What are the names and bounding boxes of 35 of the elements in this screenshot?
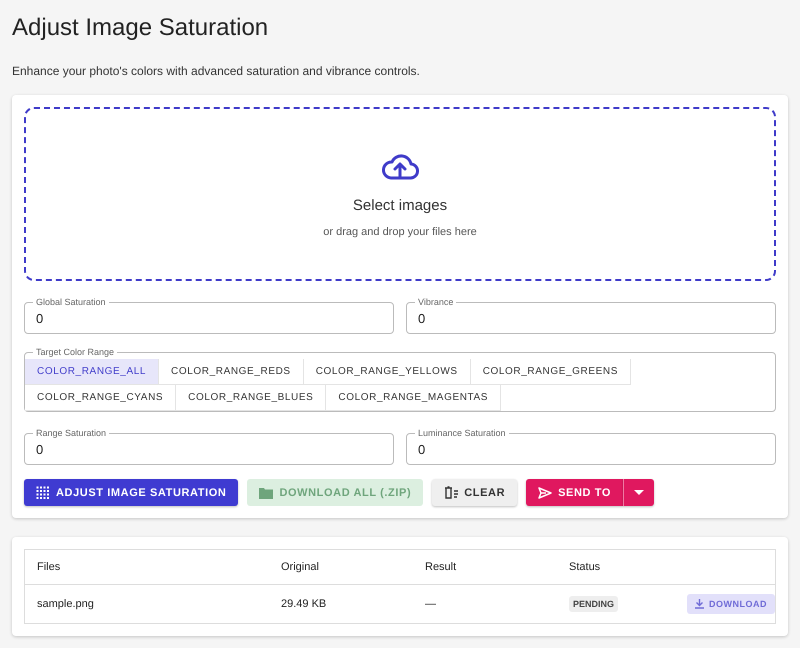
column-header: Status [557,550,649,584]
dropzone[interactable]: Select images or drag and drop your files here [24,107,776,281]
field-label: Target Color Range [33,346,118,358]
clear-button[interactable]: CLEAR [432,479,518,506]
color-range-option[interactable]: COLOR_RANGE_MAGENTAS [326,385,502,411]
color-range-option[interactable]: COLOR_RANGE_BLUES [176,385,326,411]
trash-icon [444,486,458,499]
dropzone-title: Select images [352,196,448,214]
field-label: Global Saturation [33,296,109,308]
folder-icon [259,486,274,498]
grid-icon [36,486,50,500]
column-header: Files [24,550,269,584]
send-to-button[interactable]: SEND TO [526,479,624,506]
dropzone-hint: or drag and drop your files here [323,226,477,238]
field-label: Luminance Saturation [415,427,509,439]
color-range-option[interactable]: COLOR_RANGE_YELLOWS [304,359,471,385]
table-cell: 29.49 KB [269,584,413,624]
page-title: Adjust Image Saturation [12,14,270,42]
column-header: Original [269,550,413,584]
download-icon [695,599,704,609]
adjust-button[interactable]: ADJUST IMAGE SATURATION [24,479,238,506]
column-header: Result [413,550,557,584]
color-range-option[interactable]: COLOR_RANGE_GREENS [470,359,631,385]
table-cell: — [413,584,557,624]
send-menu-button[interactable] [623,479,654,506]
table-cell: sample.png [24,584,269,624]
send-icon [538,486,552,498]
color-range-option[interactable]: COLOR_RANGE_CYANS [25,385,176,411]
field-label: Vibrance [415,296,456,308]
color-range-option[interactable]: COLOR_RANGE_REDS [159,359,304,385]
caret-icon [634,490,644,495]
color-range-option[interactable]: COLOR_RANGE_ALL [25,359,160,385]
field-label: Range Saturation [33,427,110,439]
status-badge: PENDING [569,596,618,612]
page-subtitle: Enhance your photo's colors with advanced saturation and vibrance controls. [12,64,421,78]
